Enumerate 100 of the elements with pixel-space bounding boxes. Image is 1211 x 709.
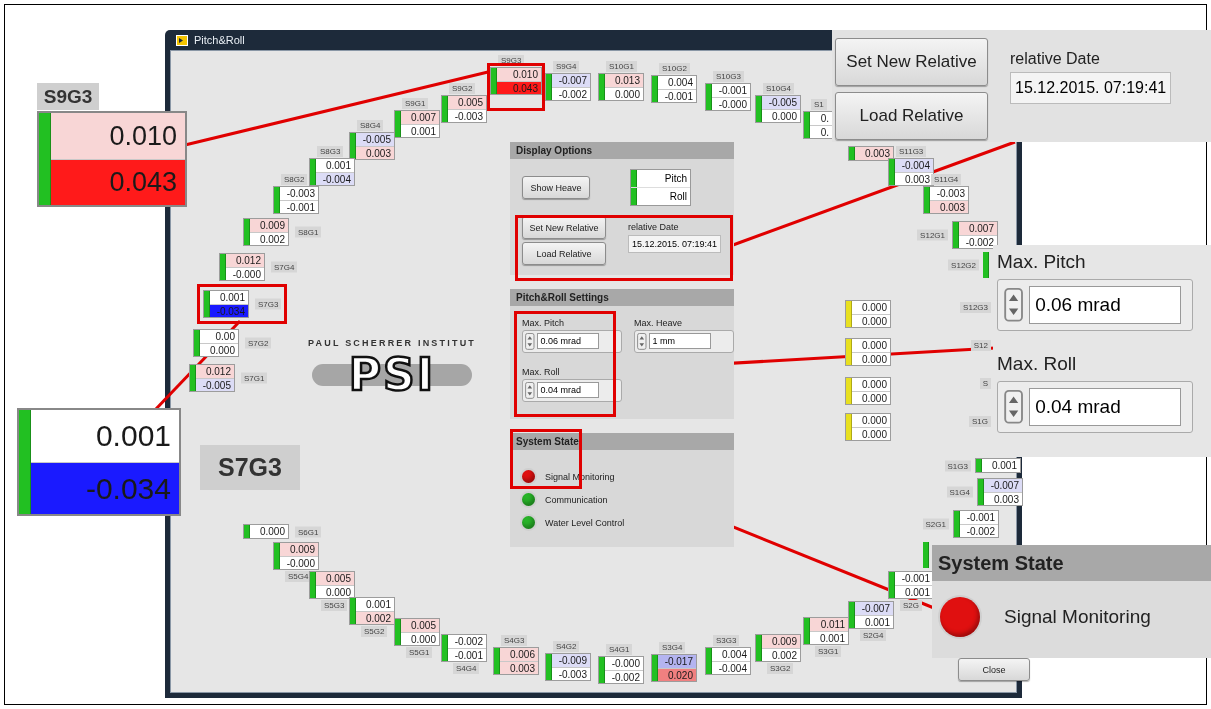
- panel-header: System State: [932, 545, 1211, 581]
- sensor-label: S12G2: [948, 259, 979, 271]
- sensor-label: S4G1: [606, 644, 633, 655]
- status-label: Communication: [545, 494, 608, 505]
- numeric-field[interactable]: 0.04 mrad: [1029, 388, 1182, 426]
- value-cell: 0.000: [852, 314, 890, 327]
- sensor-label: S10G1: [606, 61, 637, 72]
- channel-name[interactable]: Roll: [637, 188, 690, 205]
- numeric-field[interactable]: 0.06 mrad: [1029, 286, 1182, 324]
- value-cell: 0.013: [605, 74, 643, 87]
- sensor-label: S5G3: [321, 600, 348, 611]
- value-cell: -0.034: [31, 462, 179, 514]
- value-cell: 0.001: [895, 585, 933, 598]
- sensor-label: S7G2: [245, 337, 272, 349]
- value-cell: -0.009: [552, 654, 590, 667]
- show-heave-button[interactable]: Show Heave: [522, 176, 590, 199]
- sensor-label: S5G2: [361, 626, 388, 637]
- value-cell: -0.007: [855, 602, 893, 615]
- set-new-relative-button[interactable]: Set New Relative: [522, 216, 606, 239]
- sensor-label: S7G3: [255, 298, 282, 310]
- sensor-label: S8G1: [295, 226, 322, 238]
- load-relative-button[interactable]: Load Relative: [522, 242, 606, 265]
- value-cell: 0.000: [852, 391, 890, 404]
- sensor-label: S12G3: [960, 302, 991, 313]
- value-cell: -0.000: [280, 556, 318, 569]
- sensor-label: S3G2: [767, 663, 794, 674]
- field-label: Max. Roll: [522, 366, 561, 377]
- sensor-label: S10G3: [713, 71, 744, 82]
- value-cell: 0.003: [930, 200, 968, 213]
- value-cell: 0.002: [356, 611, 394, 624]
- spinner-icon[interactable]: [1004, 288, 1024, 322]
- value-cell: 0.005: [448, 96, 486, 109]
- numeric-field[interactable]: 0.06 mrad: [536, 333, 599, 350]
- sensor-label: S2G4: [860, 630, 887, 641]
- load-relative-button[interactable]: Load Relative: [835, 92, 988, 140]
- sensor-label: S1G: [969, 416, 991, 427]
- value-cell: 0.003: [855, 147, 893, 160]
- sensor-label: S10G2: [659, 63, 690, 74]
- sensor-label: S8G3: [317, 146, 344, 157]
- value-cell: 0.000: [200, 343, 238, 356]
- status-label: Signal Monitoring: [1004, 606, 1151, 628]
- sensor-label: S: [979, 378, 991, 389]
- value-cell: 0.000: [316, 585, 354, 598]
- value-cell: 0.001: [855, 615, 893, 628]
- sensor-label: S3G4: [659, 642, 686, 653]
- value-cell: -0.001: [280, 200, 318, 213]
- channel-name[interactable]: Pitch: [637, 170, 690, 187]
- value-cell: -0.005: [762, 96, 800, 109]
- panel-header: Display Options: [510, 142, 734, 159]
- spinner-icon[interactable]: [1004, 390, 1024, 424]
- spinner-icon[interactable]: [637, 333, 647, 350]
- value-cell: 0.: [810, 125, 832, 138]
- numeric-field[interactable]: 0.04 mrad: [536, 382, 599, 399]
- value-cell: 0.000: [605, 87, 643, 100]
- value-cell: -0.004: [712, 661, 750, 674]
- value-cell: -0.004: [316, 172, 354, 185]
- sensor-label: S5G1: [406, 647, 433, 658]
- sensor-label: S8G2: [281, 174, 308, 185]
- set-new-relative-button[interactable]: Set New Relative: [835, 38, 988, 86]
- value-cell: 0.005: [316, 572, 354, 585]
- value-cell: 0.006: [500, 648, 538, 661]
- sensor-label: S1G3: [944, 460, 971, 471]
- sensor-label: S10G4: [763, 83, 794, 94]
- spinner-icon[interactable]: [525, 333, 535, 350]
- value-cell: -0.000: [712, 97, 750, 110]
- sensor-label: S7G3: [200, 445, 300, 490]
- value-cell: -0.002: [959, 235, 997, 248]
- sensor-label: S4G3: [501, 635, 528, 646]
- spinner-icon[interactable]: [525, 381, 535, 399]
- value-cell: 0.003: [356, 146, 394, 159]
- sensor-label: S2G1: [922, 518, 949, 530]
- value-cell: 0.009: [280, 543, 318, 556]
- sensor-label: S1: [811, 99, 827, 110]
- value-cell: 0.003: [895, 172, 933, 185]
- close-button[interactable]: Close: [958, 658, 1030, 681]
- value-cell: 0.002: [762, 648, 800, 661]
- field-label: Max. Pitch: [997, 251, 1087, 273]
- value-cell: 0.020: [658, 668, 696, 681]
- value-cell: 0.012: [196, 365, 234, 378]
- value-cell: -0.001: [448, 648, 486, 661]
- value-cell: 0.011: [810, 618, 848, 631]
- sensor-label: S12: [970, 340, 991, 351]
- numeric-field[interactable]: 1 mm: [648, 333, 711, 350]
- value-cell: 0.000: [762, 109, 800, 122]
- value-cell: 0.000: [401, 632, 439, 645]
- value-cell: 0.005: [401, 619, 439, 632]
- value-cell: -0.005: [356, 133, 394, 146]
- value-cell: 0.043: [497, 81, 541, 94]
- relative-date-label: relative Date: [1010, 50, 1101, 68]
- status-label: Water Level Control: [545, 517, 625, 528]
- value-cell: -0.005: [196, 378, 234, 391]
- value-cell: -0.003: [448, 109, 486, 122]
- window-title: Pitch&Roll: [194, 34, 245, 46]
- sensor-label: S4G4: [453, 663, 480, 674]
- highlight-frame: [487, 63, 545, 111]
- value-cell: 0.001: [810, 631, 848, 644]
- value-cell: -0.034: [210, 304, 248, 317]
- value-cell: 0.007: [401, 111, 439, 124]
- value-cell: 0.007: [959, 222, 997, 235]
- value-cell: -0.000: [226, 267, 264, 280]
